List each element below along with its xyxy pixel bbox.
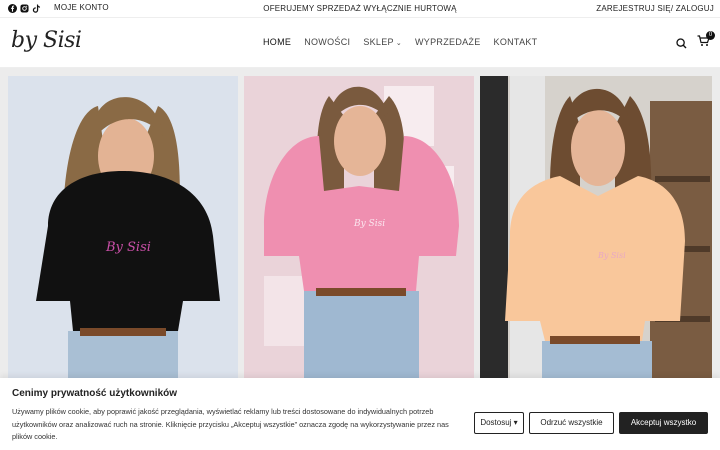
photo-model-peach-hoodie[interactable]: By Sisi bbox=[480, 76, 712, 378]
site-header: by Sisi HOME NOWOŚCI SKLEP ⌄ WYPRZEDAŻE K… bbox=[0, 18, 720, 68]
customize-cookies-button[interactable]: Dostosuj ▾ bbox=[474, 412, 524, 434]
register-login-link[interactable]: ZAREJESTRUJ SIĘ/ ZALOGUJ bbox=[596, 4, 714, 13]
photo-model-black-hoodie[interactable]: By Sisi bbox=[8, 76, 238, 378]
cart-count-badge: 0 bbox=[706, 31, 715, 40]
nav-item-home[interactable]: HOME bbox=[263, 37, 291, 47]
hero-gallery: By Sisi By Sisi By Sisi bbox=[0, 68, 720, 378]
site-logo[interactable]: by Sisi bbox=[11, 28, 82, 53]
cookie-title: Cenimy prywatność użytkowników bbox=[12, 388, 178, 399]
cookie-consent-banner: Cenimy prywatność użytkowników Używamy p… bbox=[0, 378, 720, 450]
reject-all-button[interactable]: Odrzuć wszystkie bbox=[529, 412, 614, 434]
cookie-description: Używamy plików cookie, aby poprawić jako… bbox=[12, 407, 449, 441]
search-icon[interactable] bbox=[676, 37, 687, 49]
model-black-hoodie-illustration: By Sisi bbox=[8, 76, 238, 378]
photo-model-pink-hoodie[interactable]: By Sisi bbox=[244, 76, 474, 378]
hoodie-logo-text: By Sisi bbox=[597, 251, 626, 260]
accept-all-button[interactable]: Akceptuj wszystko bbox=[619, 412, 708, 434]
nav-item-sklep-label: SKLEP bbox=[363, 37, 394, 47]
hoodie-logo-text: By Sisi bbox=[105, 240, 151, 255]
model-pink-hoodie-illustration: By Sisi bbox=[244, 76, 474, 378]
chevron-down-icon: ⌄ bbox=[395, 40, 403, 47]
cart-button[interactable]: 0 bbox=[697, 31, 715, 52]
hoodie-logo-text: By Sisi bbox=[353, 219, 385, 229]
nav-item-kontakt[interactable]: KONTAKT bbox=[494, 37, 538, 47]
top-bar: MOJE KONTO OFERUJEMY SPRZEDAŻ WYŁĄCZNIE … bbox=[0, 0, 720, 18]
nav-item-sklep[interactable]: SKLEP ⌄ bbox=[363, 37, 402, 47]
nav-item-wyprzedaze[interactable]: WYPRZEDAŻE bbox=[415, 37, 481, 47]
model-peach-hoodie-illustration: By Sisi bbox=[480, 76, 712, 378]
nav-item-nowosci[interactable]: NOWOŚCI bbox=[304, 37, 350, 47]
header-icons: 0 bbox=[676, 31, 715, 52]
caret-down-icon: ▾ bbox=[513, 418, 518, 427]
main-nav: HOME NOWOŚCI SKLEP ⌄ WYPRZEDAŻE KONTAKT bbox=[263, 37, 537, 47]
customize-label: Dostosuj bbox=[480, 418, 512, 427]
